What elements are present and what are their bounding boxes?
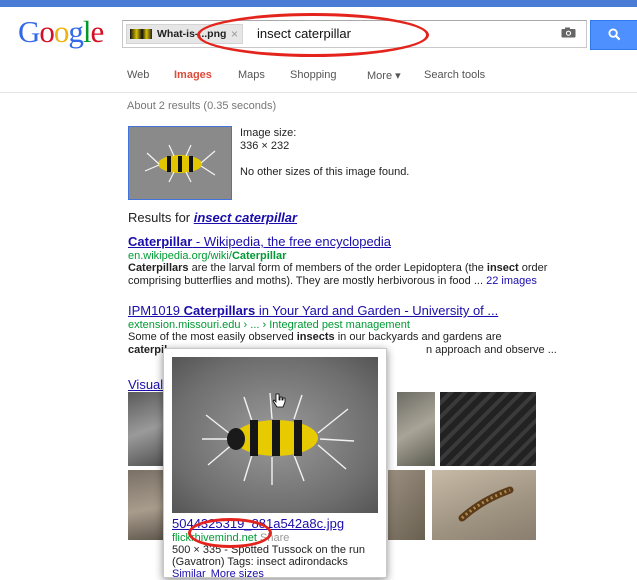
logo-letter: e [90, 14, 105, 49]
image-size-label: Image size: [240, 127, 297, 139]
logo-letter: g [68, 14, 83, 49]
tab-shopping[interactable]: Shopping [290, 69, 337, 81]
title-rest: - Wikipedia, the free encyclopedia [192, 234, 392, 249]
url-bold: Caterpillar [231, 250, 287, 262]
logo-letter: o [39, 14, 54, 49]
similar-image-thumbnail[interactable] [432, 470, 536, 540]
hand-cursor-icon [272, 393, 286, 408]
title-bold: Caterpillars [183, 303, 256, 318]
images-count-link[interactable]: 22 images [486, 275, 537, 287]
snippet-text: in our backyards and gardens are [334, 331, 502, 343]
similar-image-thumbnail[interactable] [440, 392, 536, 466]
title-rest: in Your Yard and Garden - University of … [255, 303, 499, 318]
result-url: en.wikipedia.org/wiki/Caterpillar [128, 250, 286, 262]
image-size-value: 336 × 232 [240, 140, 290, 152]
search-icon [608, 28, 621, 41]
title-bold: Caterpillar [128, 234, 193, 249]
result-snippet: Some of the most easily observed insects… [128, 331, 628, 344]
annotation-ellipse-query [197, 13, 429, 57]
google-logo[interactable]: Google [18, 14, 105, 50]
snippet-text: Some of the most easily observed [128, 331, 297, 343]
title-text: IPM1019 [128, 303, 184, 318]
preview-tags: (Gavatron) Tags: insect adirondacks [172, 556, 348, 568]
more-sizes-link[interactable]: More sizes [211, 568, 264, 580]
snippet-bold: insect [486, 262, 519, 274]
caterpillar-image [202, 392, 355, 485]
similar-link[interactable]: Similar [172, 568, 206, 580]
similar-image-thumbnail[interactable] [388, 470, 425, 540]
chip-thumbnail [130, 29, 152, 39]
logo-letter: G [18, 14, 40, 49]
image-preview-popup[interactable]: 5044325319_881a542a8c.jpg flickrhivemind… [163, 348, 387, 580]
results-for-prefix: Results for [128, 210, 194, 225]
snippet-bold: insects [296, 331, 335, 343]
snippet-text: n approach and observe ... [426, 344, 557, 356]
result-snippet: Caterpillars are the larval form of memb… [128, 262, 628, 288]
logo-letter: l [82, 14, 92, 49]
result-url: extension.missouri.edu › ... › Integrate… [128, 319, 410, 331]
result-stats: About 2 results (0.35 seconds) [127, 100, 277, 112]
tab-search-tools[interactable]: Search tools [424, 69, 485, 81]
results-for-heading: Results for insect caterpillar [128, 210, 297, 225]
preview-image[interactable] [172, 357, 378, 513]
no-other-sizes-text: No other sizes of this image found. [240, 166, 410, 178]
snippet-text: order [518, 262, 548, 274]
url-plain: en.wikipedia.org/wiki/ [128, 250, 232, 262]
camera-icon[interactable] [561, 27, 576, 38]
result-title-link[interactable]: IPM1019 Caterpillars in Your Yard and Ga… [128, 303, 498, 318]
search-button[interactable] [590, 20, 637, 50]
tab-web[interactable]: Web [127, 69, 149, 81]
snippet-bold: caterpil [128, 344, 168, 356]
annotation-ellipse-size [188, 518, 272, 548]
snippet-text: comprising butterflies and moths). They … [128, 275, 487, 287]
snippet-text: are the larval form of members of the or… [188, 262, 487, 274]
results-for-query-link[interactable]: insect caterpillar [194, 210, 297, 225]
preview-actions: Similar More sizes [172, 568, 264, 580]
caterpillar-image [458, 486, 514, 522]
tab-images[interactable]: Images [174, 69, 212, 81]
snippet-bold: Caterpillars [128, 262, 189, 274]
visually-similar-link[interactable]: Visuall [128, 377, 166, 392]
result-title-link[interactable]: Caterpillar - Wikipedia, the free encycl… [128, 234, 391, 249]
tab-maps[interactable]: Maps [238, 69, 265, 81]
preview-description: 500 × 335 - Spotted Tussock on the run [172, 544, 365, 556]
query-image-thumbnail[interactable] [128, 126, 232, 200]
browser-top-strip [0, 0, 637, 7]
caterpillar-image [129, 127, 231, 199]
tab-more[interactable]: More ▾ [367, 69, 401, 82]
similar-image-thumbnail[interactable] [397, 392, 435, 466]
logo-letter: o [53, 14, 69, 49]
